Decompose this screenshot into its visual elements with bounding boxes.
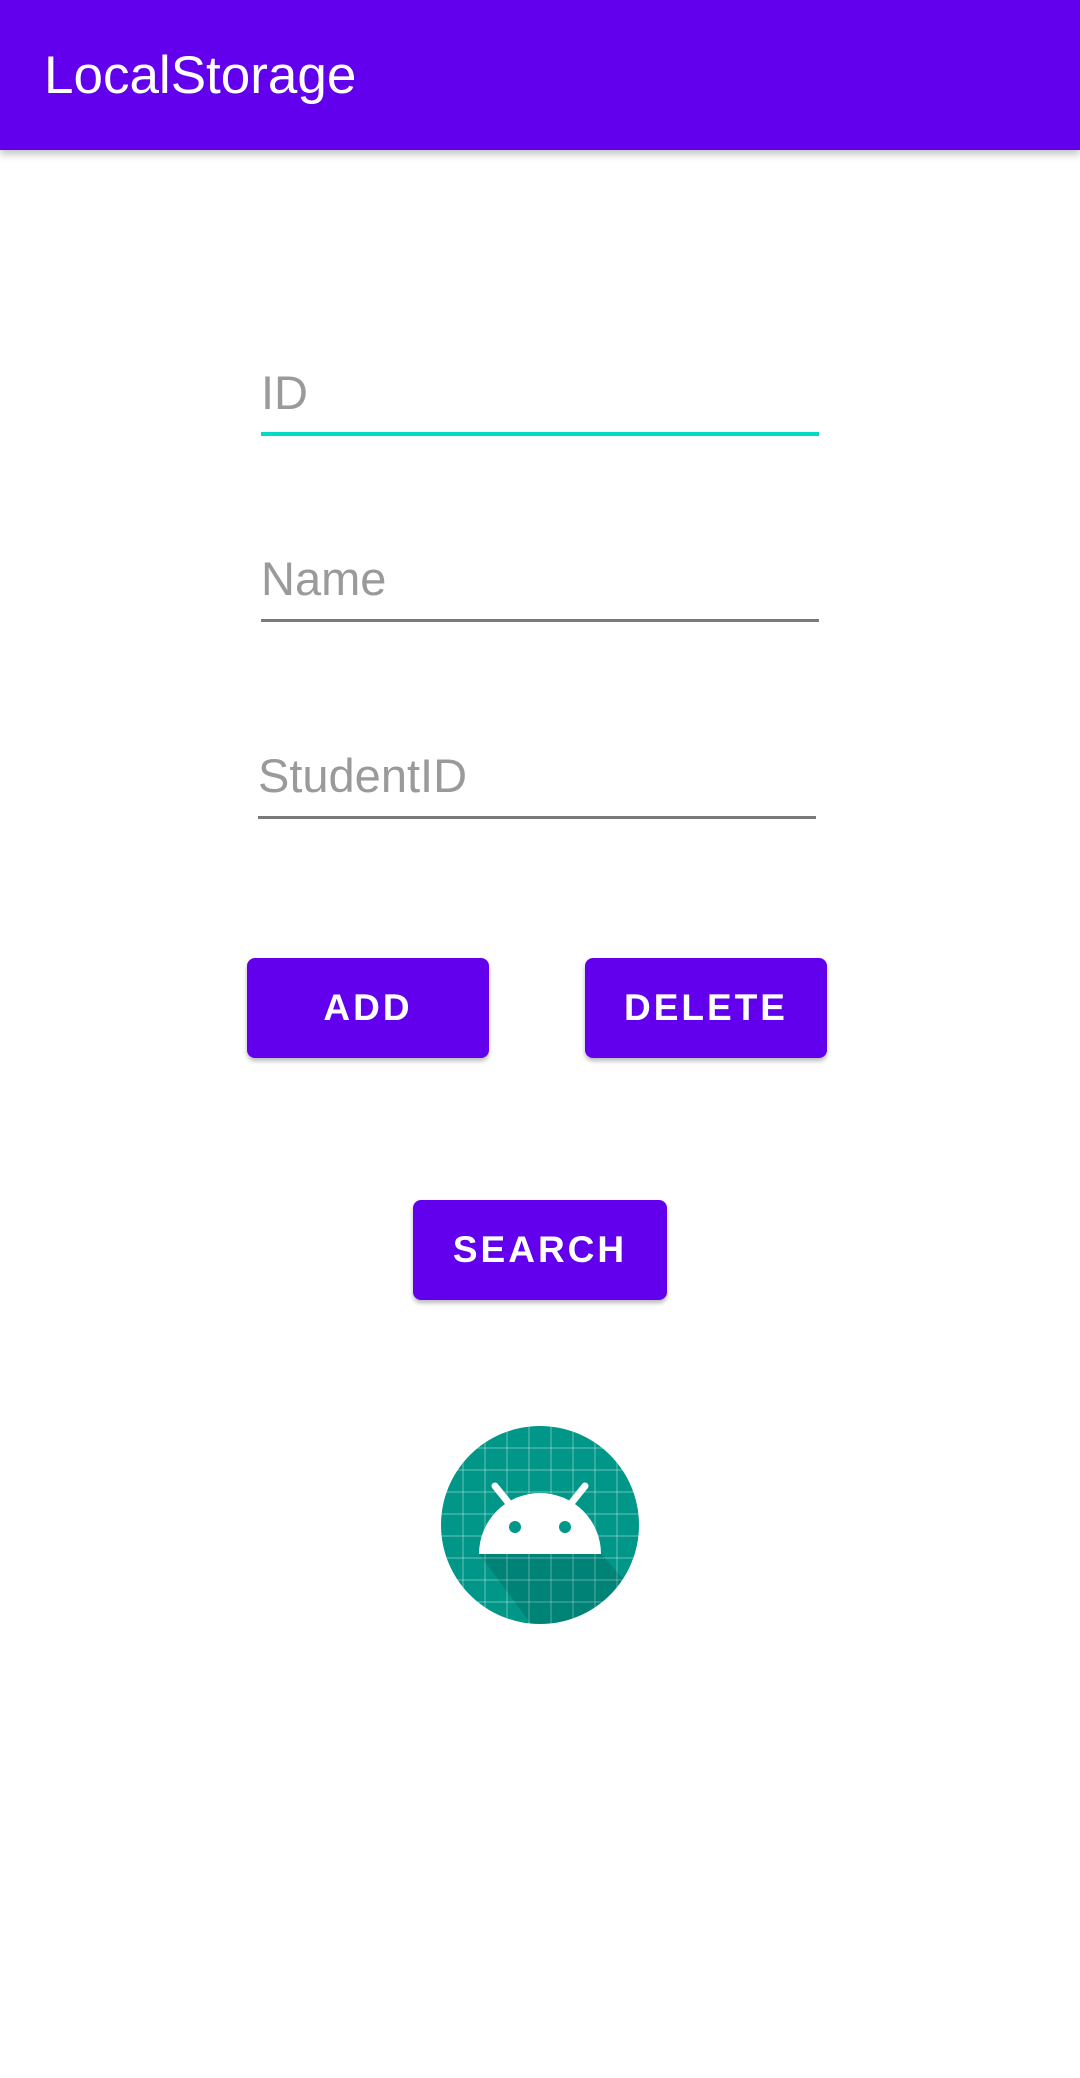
android-logo: [441, 1426, 639, 1624]
app-title: LocalStorage: [44, 46, 357, 105]
id-field[interactable]: [261, 356, 819, 436]
id-input[interactable]: [261, 356, 819, 428]
app-bar: LocalStorage: [0, 0, 1080, 150]
android-icon: [441, 1426, 639, 1624]
id-field-underline: [261, 432, 819, 436]
student-id-field-underline: [258, 816, 816, 819]
student-id-field[interactable]: [258, 739, 816, 819]
name-field-underline: [261, 619, 819, 622]
delete-button[interactable]: DELETE: [585, 958, 827, 1058]
name-input[interactable]: [261, 542, 819, 614]
name-field[interactable]: [261, 542, 819, 622]
search-button[interactable]: SEARCH: [413, 1200, 667, 1300]
student-id-input[interactable]: [258, 739, 816, 811]
add-button[interactable]: ADD: [247, 958, 489, 1058]
